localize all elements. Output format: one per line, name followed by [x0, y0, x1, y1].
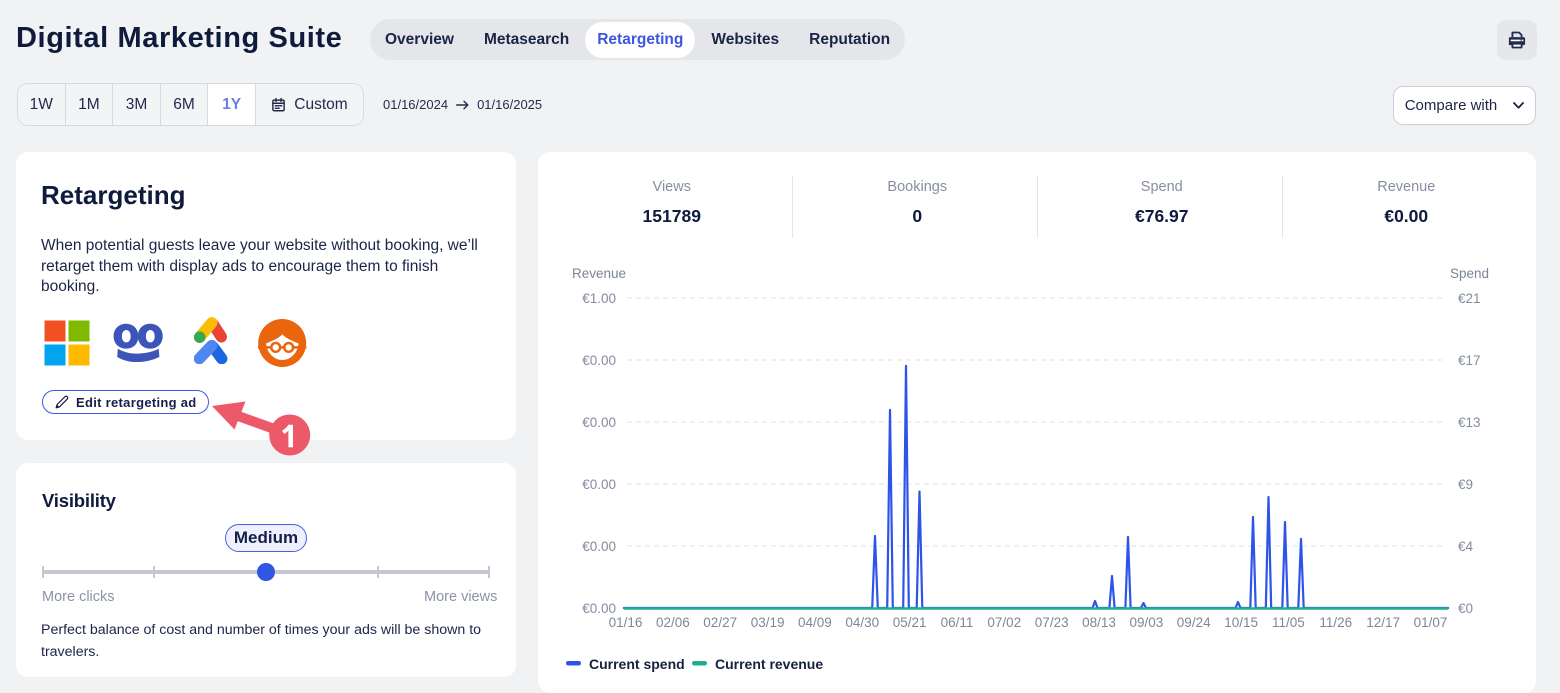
svg-text:Current spend: Current spend — [589, 656, 685, 672]
svg-text:€9: €9 — [1458, 477, 1473, 492]
svg-text:€21: €21 — [1458, 291, 1481, 306]
svg-text:07/23: 07/23 — [1035, 615, 1069, 630]
svg-text:09/24: 09/24 — [1177, 615, 1211, 630]
svg-text:€0.00: €0.00 — [582, 539, 616, 554]
svg-text:€0.00: €0.00 — [582, 415, 616, 430]
svg-text:01/07: 01/07 — [1414, 615, 1448, 630]
svg-text:Spend: Spend — [1450, 266, 1489, 281]
svg-text:Current revenue: Current revenue — [715, 656, 823, 672]
svg-text:04/09: 04/09 — [798, 615, 832, 630]
svg-text:11/05: 11/05 — [1272, 615, 1305, 630]
svg-text:02/27: 02/27 — [703, 615, 737, 630]
svg-text:11/26: 11/26 — [1319, 615, 1352, 630]
svg-text:08/13: 08/13 — [1082, 615, 1116, 630]
svg-text:05/21: 05/21 — [893, 615, 927, 630]
svg-text:€0.00: €0.00 — [582, 477, 616, 492]
svg-text:€17: €17 — [1458, 353, 1481, 368]
svg-text:€0: €0 — [1458, 601, 1473, 616]
svg-text:02/06: 02/06 — [656, 615, 690, 630]
svg-text:€13: €13 — [1458, 415, 1481, 430]
svg-text:09/03: 09/03 — [1130, 615, 1164, 630]
svg-text:€0.00: €0.00 — [582, 353, 616, 368]
svg-text:€1.00: €1.00 — [582, 291, 616, 306]
svg-text:€4: €4 — [1458, 539, 1474, 554]
svg-text:06/11: 06/11 — [941, 615, 974, 630]
svg-text:03/19: 03/19 — [751, 615, 785, 630]
svg-text:Revenue: Revenue — [572, 266, 626, 281]
svg-text:01/16: 01/16 — [609, 615, 643, 630]
svg-text:07/02: 07/02 — [987, 615, 1021, 630]
svg-text:12/17: 12/17 — [1366, 615, 1400, 630]
svg-text:04/30: 04/30 — [845, 615, 879, 630]
svg-text:10/15: 10/15 — [1224, 615, 1258, 630]
svg-text:€0.00: €0.00 — [582, 601, 616, 616]
